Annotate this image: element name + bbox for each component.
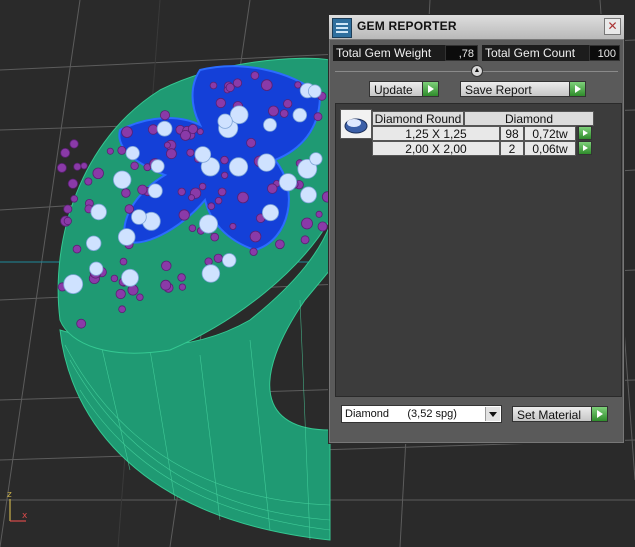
total-gem-weight-label: Total Gem Weight [333,45,445,61]
close-icon[interactable]: ✕ [604,18,621,35]
chevron-up-icon[interactable]: ▲ [471,65,483,77]
set-material-button-label: Set Material [517,408,582,422]
save-report-button-label: Save Report [465,83,532,97]
axis-gizmo-icon [9,499,26,522]
set-material-button[interactable]: Set Material [512,406,608,422]
row-size: 2,00 X 2,00 [372,141,500,156]
material-select[interactable]: Diamond (3,52 spg) [341,405,502,423]
play-arrow-icon [591,407,607,421]
column-header-material: Diamond [464,111,594,126]
play-arrow-icon[interactable] [578,141,592,155]
update-button-label: Update [374,83,413,97]
row-weight: 0,06tw [524,141,576,156]
column-header-shape: Diamond Round [372,111,464,126]
panel-title: GEM REPORTER [357,19,457,33]
total-gem-count-label: Total Gem Count [482,45,591,61]
play-arrow-icon [422,82,438,96]
row-weight: 0,72tw [524,126,576,141]
row-size: 1,25 X 1,25 [372,126,500,141]
chevron-down-icon[interactable] [485,407,500,421]
gem-reporter-app-icon [332,18,352,38]
total-gem-count-value: 100 [589,45,620,61]
row-count: 98 [500,126,524,141]
report-area: Diamond Round Diamond 1,25 X 1,25 98 0,7… [335,103,622,397]
title-bar[interactable]: GEM REPORTER ✕ [329,15,624,40]
round-gem-icon[interactable] [340,109,372,139]
play-arrow-icon[interactable] [578,126,592,140]
row-count: 2 [500,141,524,156]
play-arrow-icon [569,82,585,96]
update-button[interactable]: Update [369,81,439,97]
total-gem-weight-value: ,78 [445,45,478,61]
save-report-button[interactable]: Save Report [460,81,586,97]
material-select-value: Diamond (3,52 spg) [345,408,457,420]
gem-reporter-panel: GEM REPORTER ✕ Total Gem Weight ,78 Tota… [328,14,625,444]
